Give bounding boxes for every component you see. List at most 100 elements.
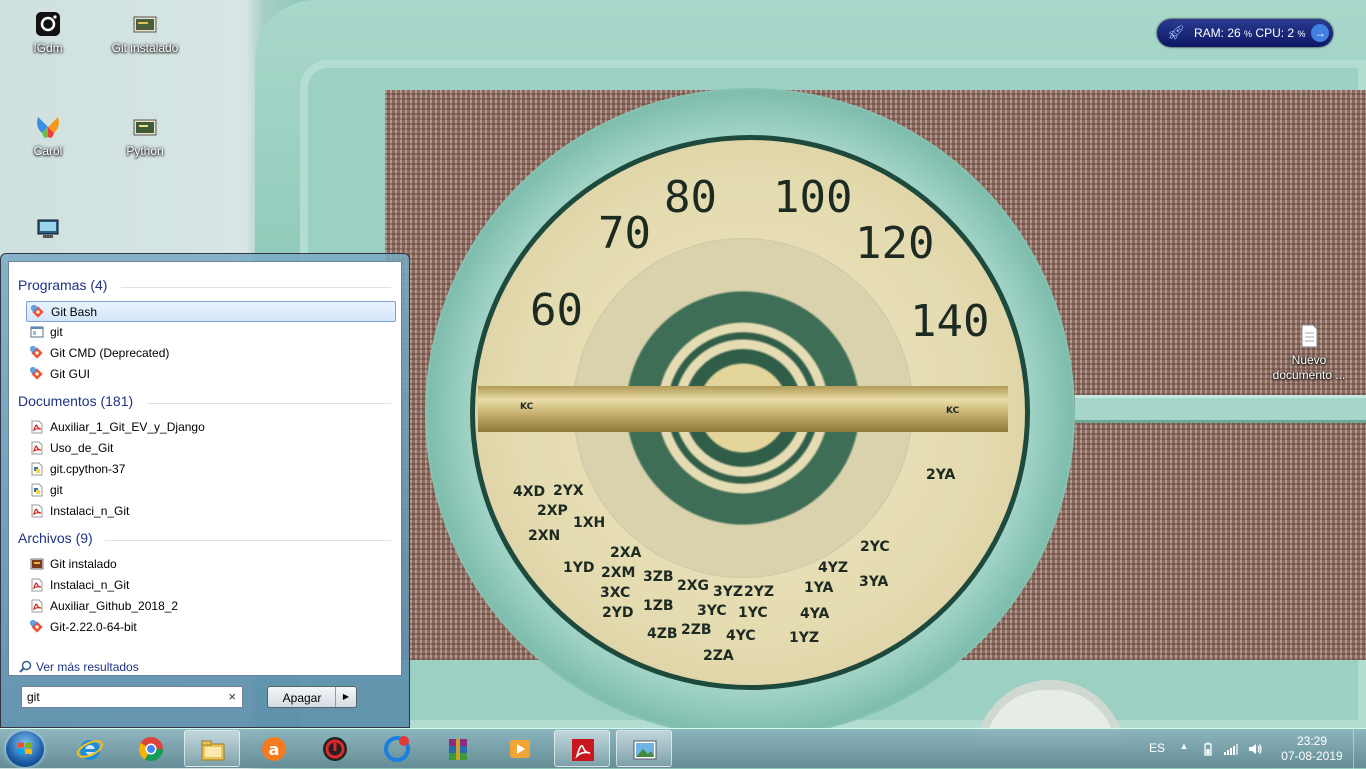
resource-readout: RAM: 26 % CPU: 2 % (1194, 26, 1305, 40)
taskbar-advanced-systemcare[interactable] (369, 730, 425, 767)
start-menu: Programas (4) Git Bash git Git CMD (Depr… (0, 253, 410, 728)
result-item-git-py[interactable]: git (26, 480, 396, 501)
result-item-label: git (50, 325, 63, 339)
dial-label: 2XG (677, 578, 710, 594)
result-item-label: Git-2.22.0-64-bit (50, 620, 137, 634)
volume-icon[interactable] (1247, 741, 1263, 757)
winrar-icon (449, 739, 467, 760)
radio-rail (1075, 395, 1366, 423)
desktop-icon-label: IGdm (33, 41, 63, 55)
python-file-icon (31, 483, 43, 497)
network-signal-icon[interactable] (1223, 741, 1239, 757)
group-title-programas: Programas (4) (18, 277, 108, 293)
pdf-icon (31, 420, 43, 434)
clear-search-icon[interactable]: × (228, 689, 236, 704)
result-item-instalacion-git-file[interactable]: Instalaci_n_Git (26, 575, 396, 596)
result-item-label: Instalaci_n_Git (50, 578, 130, 592)
advanced-systemcare-icon (384, 736, 410, 762)
see-more-results-link[interactable]: Ver más resultados (19, 660, 139, 674)
search-results-panel: Programas (4) Git Bash git Git CMD (Depr… (8, 261, 402, 676)
start-search-box[interactable]: × (21, 686, 243, 708)
dial-label: 2ZB (681, 622, 712, 638)
result-item-git-cmd[interactable]: Git CMD (Deprecated) (26, 343, 396, 364)
result-item-uso-de-git[interactable]: Uso_de_Git (26, 438, 396, 459)
desktop-icon-python[interactable]: Python (105, 113, 185, 159)
pdf-icon (31, 599, 43, 613)
taskbar-avast[interactable]: a (246, 730, 302, 767)
desktop-icon-nuevo-documento[interactable]: Nuevo documento ... (1269, 322, 1349, 383)
system-clock[interactable]: 23:29 07-08-2019 (1280, 734, 1344, 764)
image-viewer-icon (633, 740, 657, 760)
arrow-right-icon[interactable]: → (1311, 24, 1329, 42)
result-item-label: Git Bash (51, 305, 98, 319)
dial-label: 3YZ (713, 584, 744, 600)
result-item-label: git.cpython-37 (50, 462, 126, 476)
system-monitor-gadget[interactable]: 🚀︎ RAM: 26 % CPU: 2 % → (1157, 19, 1333, 47)
dial-pointer-bar (478, 386, 1008, 432)
dial-label: 1ZB (643, 598, 674, 614)
group-divider (105, 540, 391, 541)
group-divider (147, 403, 391, 404)
internet-explorer-icon (76, 740, 104, 760)
program-shortcut-icon (37, 219, 59, 238)
desktop-icon-carol[interactable]: Carol (8, 113, 88, 159)
taskbar-iobit-uninstaller[interactable] (307, 730, 363, 767)
dial-label: 4YC (726, 628, 756, 644)
windows-logo-icon (18, 742, 32, 755)
taskbar-winrar[interactable] (430, 730, 486, 767)
avast-icon: a (262, 737, 286, 761)
desktop-icon-label: Carol (33, 144, 63, 158)
result-item-git-installer[interactable]: Git-2.22.0-64-bit (26, 617, 396, 638)
image-file-icon (133, 119, 157, 136)
cpu-unit: % (1297, 29, 1306, 39)
desktop-icon-label: Git instalado (111, 41, 179, 55)
result-item-label: Auxiliar_Github_2018_2 (50, 599, 179, 613)
dial-label: 4XD (513, 484, 546, 500)
desktop-icon-label: Python (126, 144, 164, 158)
pdf-icon (31, 578, 43, 592)
acrobat-reader-icon (572, 739, 594, 761)
desktop-icon-program[interactable] (8, 214, 88, 245)
result-item-git-instalado[interactable]: Git instalado (26, 554, 396, 575)
dial-label: 1YZ (789, 630, 820, 646)
show-hidden-icons-chevron-icon[interactable]: ▲ (1176, 741, 1192, 757)
chrome-icon (138, 737, 163, 762)
result-item-git-cpython[interactable]: git.cpython-37 (26, 459, 396, 480)
desktop-icon-git-instalado[interactable]: Git instalado (105, 10, 185, 56)
result-item-git-gui[interactable]: Git GUI (26, 364, 396, 385)
git-diamond-icon (30, 367, 43, 380)
result-item-label: Auxiliar_1_Git_EV_y_Django (50, 420, 205, 434)
dial-label: 3YA (859, 574, 889, 590)
shutdown-options-arrow-icon[interactable]: ▶ (335, 687, 356, 707)
result-item-auxiliar-django[interactable]: Auxiliar_1_Git_EV_y_Django (26, 417, 396, 438)
dial-number: 60 (530, 285, 583, 336)
result-item-label: Git CMD (Deprecated) (50, 346, 170, 360)
start-button[interactable] (6, 731, 44, 767)
shutdown-label: Apagar (282, 691, 322, 705)
result-item-auxiliar-github[interactable]: Auxiliar_Github_2018_2 (26, 596, 396, 617)
taskbar-image-viewer[interactable] (616, 730, 672, 767)
taskbar-file-explorer[interactable] (184, 730, 240, 767)
shutdown-button[interactable]: Apagar ▶ (267, 686, 357, 708)
taskbar-acrobat-reader[interactable] (554, 730, 610, 767)
group-title-archivos: Archivos (9) (18, 530, 93, 546)
result-item-git-bash[interactable]: Git Bash (26, 301, 396, 322)
language-indicator[interactable]: ES (1149, 741, 1165, 755)
result-item-instalacion-git[interactable]: Instalaci_n_Git (26, 501, 396, 522)
result-item-git[interactable]: git (26, 322, 396, 343)
dial-label: 1YA (804, 580, 834, 596)
dial-label: 1YD (563, 560, 595, 576)
dial-label: 4YA (800, 606, 830, 622)
dial-label: 2YZ (744, 584, 775, 600)
ram-label: RAM: (1194, 26, 1224, 40)
start-search-input[interactable] (27, 690, 217, 704)
taskbar-media-player[interactable] (492, 730, 548, 767)
taskbar-chrome[interactable] (123, 730, 179, 767)
battery-icon[interactable] (1200, 741, 1216, 757)
dial-label: 3ZB (643, 569, 674, 585)
show-desktop-button[interactable] (1353, 729, 1366, 769)
dial-label: 1YC (738, 605, 768, 621)
desktop-icon-igdm[interactable]: IGdm (8, 10, 88, 56)
image-file-icon (30, 558, 44, 570)
taskbar-internet-explorer[interactable] (62, 730, 118, 767)
